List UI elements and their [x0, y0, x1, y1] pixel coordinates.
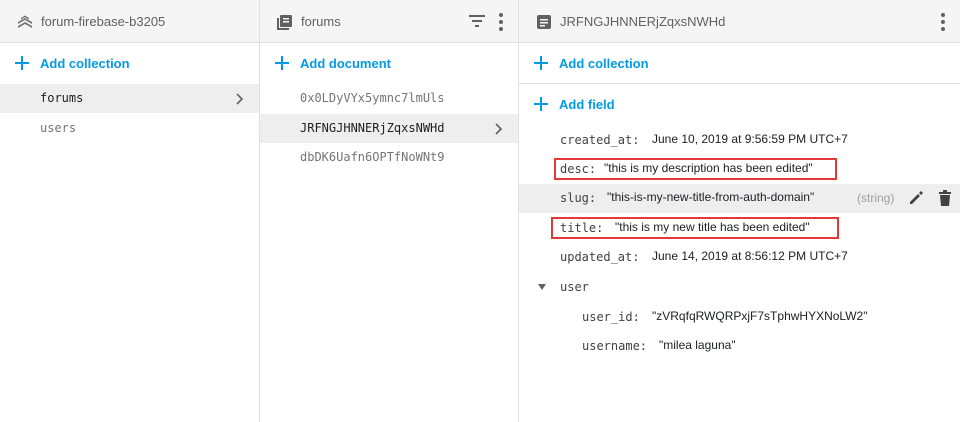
collection-title: forums — [301, 14, 341, 29]
collection-label: forums — [40, 91, 84, 105]
documents-panel: forums Add document 0x0LDyVYx5ymnc7lmUls… — [260, 0, 519, 422]
more-vert-icon[interactable] — [940, 12, 946, 32]
field-key: user — [560, 280, 589, 294]
field-row-user-id[interactable]: user_id: "zVRqfqRWQRPxjF7sTphwHYXNoLW2" — [519, 303, 960, 332]
field-key: username: — [582, 339, 648, 353]
add-document-button[interactable]: Add document — [260, 43, 518, 84]
plus-icon — [534, 56, 548, 70]
chevron-right-icon — [495, 123, 503, 135]
document-icon — [537, 15, 551, 29]
add-collection-label: Add collection — [559, 56, 649, 71]
document-panel: JRFNGJHNNERjZqxsNWHd Add collection Add … — [519, 0, 960, 422]
field-value: June 10, 2019 at 9:56:59 PM UTC+7 — [652, 132, 848, 146]
project-title: forum-firebase-b3205 — [41, 14, 166, 29]
collection-header: forums — [260, 0, 518, 43]
document-item[interactable]: dbDK6Uafn6OPTfNoWNt9 — [260, 143, 518, 172]
more-vert-icon[interactable] — [498, 12, 504, 32]
field-row-updated-at[interactable]: updated_at: June 14, 2019 at 8:56:12 PM … — [519, 243, 960, 272]
document-id: JRFNGJHNNERjZqxsNWHd — [300, 121, 445, 135]
delete-trash-icon[interactable] — [938, 190, 952, 206]
add-collection-label: Add collection — [40, 56, 130, 71]
highlight-box-title — [551, 217, 839, 239]
field-row-user[interactable]: user — [519, 273, 960, 302]
field-row-slug[interactable]: slug: "this-is-my-new-title-from-auth-do… — [519, 184, 960, 213]
field-value: "zVRqfqRWQRPxjF7sTphwHYXNoLW2" — [652, 309, 868, 323]
document-item[interactable]: 0x0LDyVYx5ymnc7lmUls — [260, 84, 518, 113]
field-key: slug: — [560, 191, 597, 205]
add-subcollection-button[interactable]: Add collection — [519, 43, 960, 84]
collection-item-users[interactable]: users — [0, 114, 259, 143]
document-item-selected[interactable]: JRFNGJHNNERjZqxsNWHd — [260, 114, 518, 143]
collection-label: users — [40, 121, 77, 135]
add-field-label: Add field — [559, 97, 615, 112]
plus-icon — [15, 56, 29, 70]
firestore-logo-icon — [18, 15, 32, 28]
field-row-created-at[interactable]: created_at: June 10, 2019 at 9:56:59 PM … — [519, 126, 960, 155]
field-row-username[interactable]: username: "milea laguna" — [519, 332, 960, 361]
filter-icon[interactable] — [468, 14, 486, 28]
document-header: JRFNGJHNNERjZqxsNWHd — [519, 0, 960, 43]
add-field-button[interactable]: Add field — [519, 84, 960, 125]
chevron-right-icon — [236, 93, 244, 105]
add-document-label: Add document — [300, 56, 391, 71]
caret-down-icon[interactable] — [537, 283, 547, 291]
field-value: "this-is-my-new-title-from-auth-domain" — [607, 190, 815, 204]
field-value: "milea laguna" — [659, 338, 736, 352]
collection-item-forums[interactable]: forums — [0, 84, 259, 113]
field-key: updated_at: — [560, 250, 640, 264]
field-value: June 14, 2019 at 8:56:12 PM UTC+7 — [652, 249, 848, 263]
field-key: user_id: — [582, 310, 640, 324]
collection-icon — [277, 15, 292, 30]
field-type: (string) — [857, 191, 895, 205]
document-id: dbDK6Uafn6OPTfNoWNt9 — [300, 150, 445, 164]
document-id: 0x0LDyVYx5ymnc7lmUls — [300, 91, 445, 105]
highlight-box-desc — [554, 158, 837, 180]
add-collection-button[interactable]: Add collection — [0, 43, 259, 84]
project-header: forum-firebase-b3205 — [0, 0, 259, 43]
edit-pencil-icon[interactable] — [908, 190, 924, 206]
plus-icon — [275, 56, 289, 70]
field-key: created_at: — [560, 133, 640, 147]
plus-icon — [534, 97, 548, 111]
collections-panel: forum-firebase-b3205 Add collection foru… — [0, 0, 260, 422]
document-title: JRFNGJHNNERjZqxsNWHd — [560, 14, 726, 29]
